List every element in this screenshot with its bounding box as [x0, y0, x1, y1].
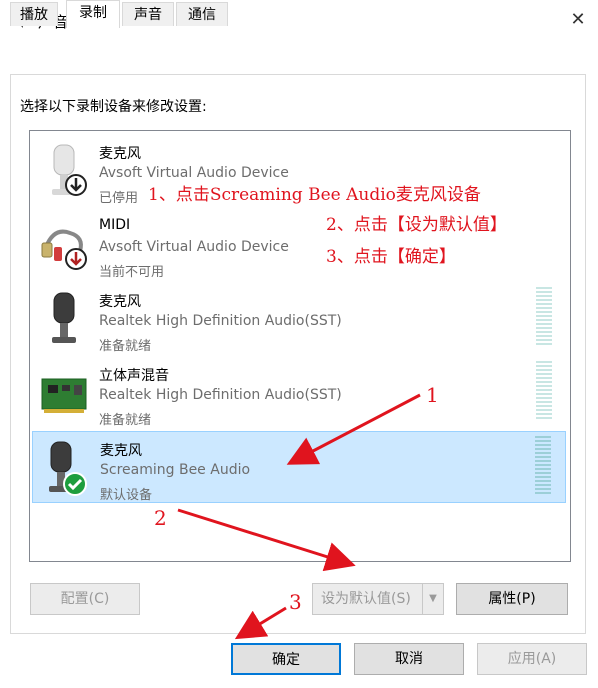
sound-card-icon [41, 378, 87, 413]
device-name: 立体声混音 [99, 368, 169, 384]
annotation-marker-3: 3 [289, 590, 302, 614]
close-icon: ✕ [570, 9, 586, 30]
microphone-default-icon [49, 441, 87, 496]
level-meter [536, 287, 552, 351]
configure-button[interactable]: 配置(C) [30, 583, 140, 615]
device-status: 默认设备 [100, 488, 153, 503]
device-name: 麦克风 [100, 443, 142, 459]
set-default-button[interactable]: 设为默认值(S) ▼ [312, 583, 444, 615]
apply-button[interactable]: 应用(A) [477, 643, 587, 675]
level-meter [536, 361, 552, 425]
device-status: 当前不可用 [99, 265, 165, 280]
tab-communications[interactable]: 通信 [176, 2, 228, 26]
properties-button[interactable]: 属性(P) [456, 583, 568, 615]
cancel-button[interactable]: 取消 [354, 643, 464, 675]
annotation-step1: 1、点击Screaming Bee Audio麦克风设备 [148, 185, 481, 205]
microphone-icon [52, 292, 76, 343]
annotation-marker-1: 1 [426, 383, 439, 407]
device-item-selected[interactable]: 麦克风 Screaming Bee Audio 默认设备 [32, 431, 566, 503]
device-item[interactable]: 麦克风 Realtek High Definition Audio(SST) 准… [32, 283, 566, 355]
device-driver: Avsoft Virtual Audio Device [99, 165, 289, 181]
device-status: 已停用 [99, 191, 139, 206]
device-driver: Avsoft Virtual Audio Device [99, 239, 289, 255]
device-driver: Realtek High Definition Audio(SST) [99, 387, 342, 403]
tab-sounds[interactable]: 声音 [122, 2, 174, 26]
device-status: 准备就绪 [99, 339, 152, 354]
tab-playback[interactable]: 播放 [10, 2, 58, 26]
level-meter [535, 436, 551, 500]
device-driver: Screaming Bee Audio [100, 462, 251, 478]
microphone-disabled-icon [52, 144, 87, 196]
device-status: 准备就绪 [99, 413, 152, 428]
close-button[interactable]: ✕ [564, 6, 592, 34]
chevron-down-icon[interactable]: ▼ [422, 584, 443, 614]
device-name: 麦克风 [99, 294, 141, 310]
tab-recording[interactable]: 录制 [66, 0, 120, 28]
annotation-step2: 2、点击【设为默认值】 [326, 215, 507, 235]
midi-cable-unavailable-icon [41, 229, 87, 270]
device-driver: Realtek High Definition Audio(SST) [99, 313, 342, 329]
set-default-label: 设为默认值(S) [321, 591, 411, 607]
instruction-text: 选择以下录制设备来修改设置: [20, 99, 207, 115]
ok-button[interactable]: 确定 [231, 643, 341, 675]
annotation-marker-2: 2 [154, 506, 167, 530]
device-name: 麦克风 [99, 146, 141, 162]
device-item[interactable]: 立体声混音 Realtek High Definition Audio(SST)… [32, 357, 566, 429]
device-name: MIDI [99, 217, 131, 233]
annotation-step3: 3、点击【确定】 [326, 247, 456, 267]
